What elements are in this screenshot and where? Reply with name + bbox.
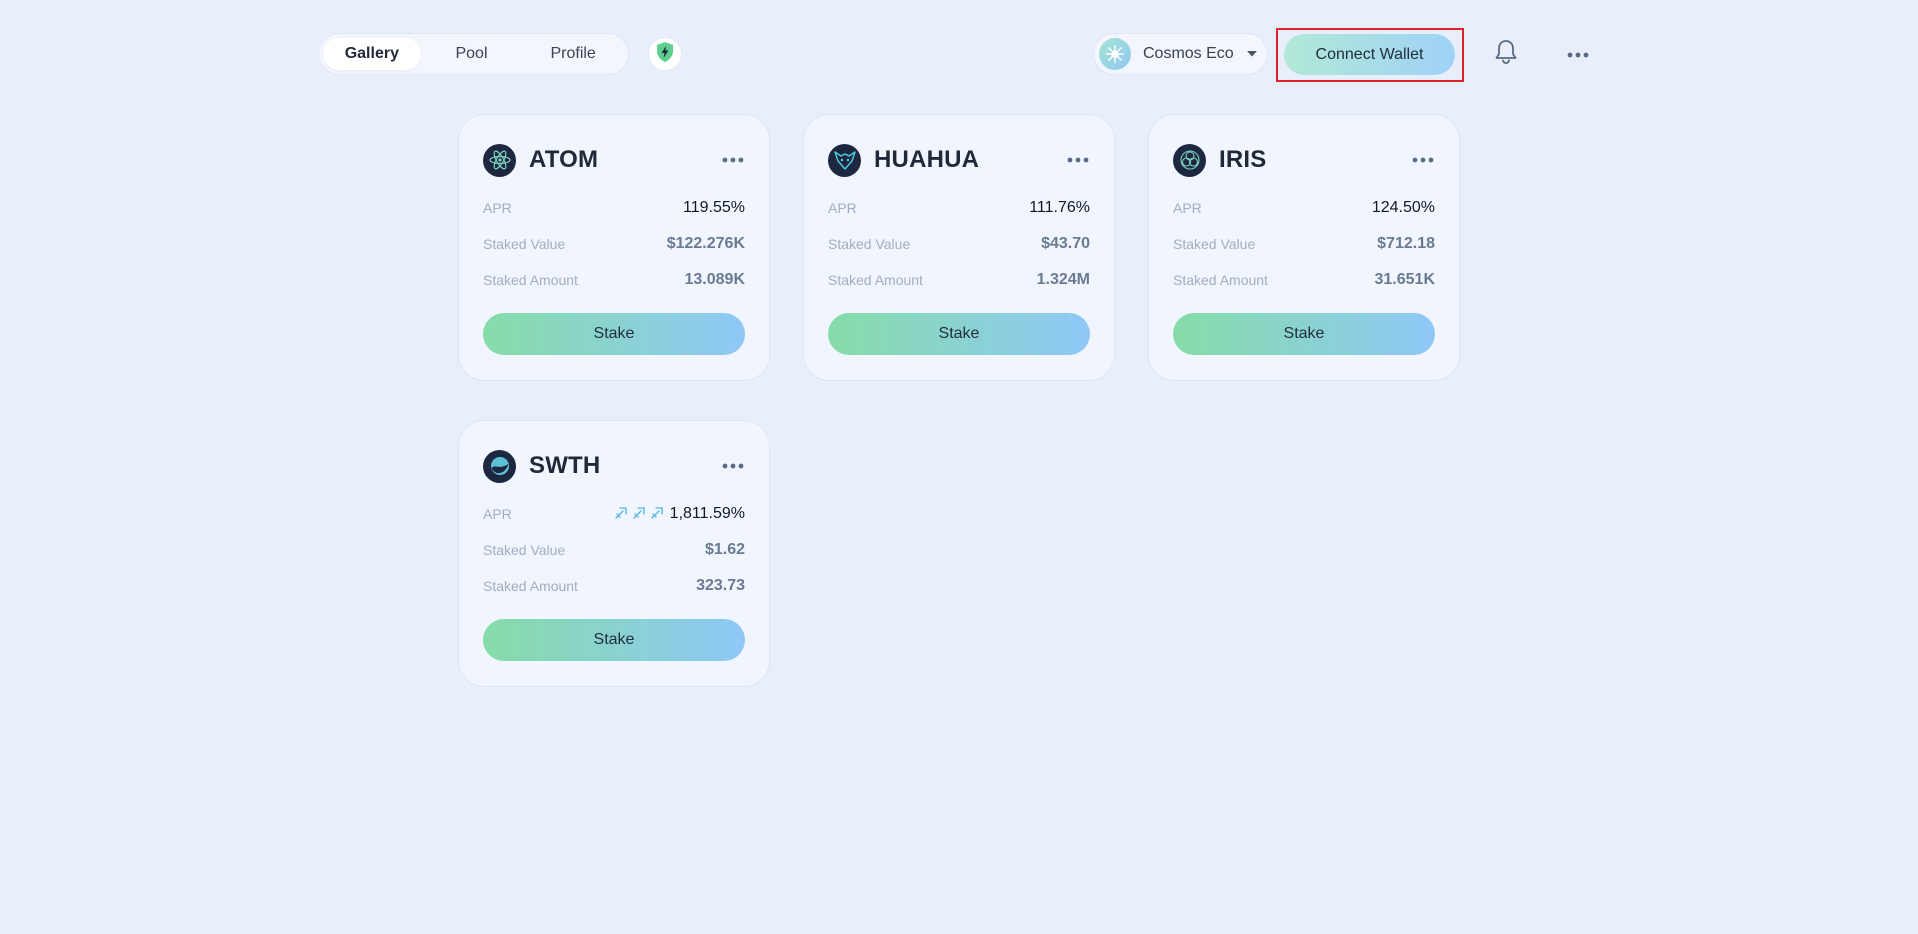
stake-button[interactable]: Stake: [1173, 313, 1435, 355]
staked-amount-row: Staked Amount 1.324M: [828, 269, 1090, 291]
staked-amount-label: Staked Amount: [1173, 272, 1268, 288]
tab-pool[interactable]: Pool: [421, 38, 523, 70]
shield-button[interactable]: [648, 37, 682, 71]
tab-profile[interactable]: Profile: [522, 38, 624, 70]
apr-row: APR 111.76%: [828, 197, 1090, 219]
card-more-button[interactable]: [715, 451, 751, 481]
stake-button[interactable]: Stake: [483, 313, 745, 355]
staked-value: $1.62: [704, 541, 745, 558]
shield-lightning-icon: [655, 41, 675, 68]
staked-value-row: Staked Value $43.70: [828, 233, 1090, 255]
more-horizontal-icon: [1067, 157, 1089, 163]
swth-logo-icon: [483, 449, 516, 483]
card-header: HUAHUA: [828, 143, 1096, 177]
more-horizontal-icon: [722, 463, 744, 469]
apr-label: APR: [828, 200, 857, 216]
token-card-swth: SWTH APR 1,811.59% Staked Value $1.62 St: [458, 420, 770, 687]
staked-amount-label: Staked Amount: [483, 578, 578, 594]
staked-amount-label: Staked Amount: [828, 272, 923, 288]
apr-value: 124.50%: [1371, 199, 1435, 216]
nav-tabs: Gallery Pool Profile: [318, 33, 629, 75]
staked-amount-row: Staked Amount 31.651K: [1173, 269, 1435, 291]
apr-row: APR 124.50%: [1173, 197, 1435, 219]
bell-icon: [1494, 39, 1518, 70]
staked-value-row: Staked Value $1.62: [483, 539, 745, 561]
apr-row: APR 1,811.59%: [483, 503, 745, 525]
apr-label: APR: [483, 506, 512, 522]
rocket-icons: [614, 506, 664, 523]
staked-amount: 13.089K: [684, 271, 746, 288]
apr-value: 111.76%: [1029, 199, 1090, 216]
apr-value: 119.55%: [683, 199, 745, 216]
atom-logo-icon: [483, 143, 516, 177]
stake-button[interactable]: Stake: [483, 619, 745, 661]
more-horizontal-icon: [1412, 157, 1434, 163]
cosmos-logo-icon: [1099, 38, 1131, 70]
staked-amount-row: Staked Amount 13.089K: [483, 269, 745, 291]
staked-amount: 323.73: [696, 577, 745, 594]
staked-value-label: Staked Value: [828, 236, 911, 252]
staked-value-label: Staked Value: [1173, 236, 1256, 252]
network-selector[interactable]: Cosmos Eco: [1093, 33, 1268, 75]
staked-value-label: Staked Value: [483, 542, 566, 558]
token-name: HUAHUA: [874, 146, 980, 173]
stake-button[interactable]: Stake: [828, 313, 1090, 355]
staked-amount: 1.324M: [1036, 271, 1090, 288]
apr-label: APR: [1173, 200, 1202, 216]
apr-label: APR: [483, 200, 512, 216]
connect-wallet-button[interactable]: Connect Wallet: [1284, 34, 1455, 75]
staked-value: $712.18: [1377, 235, 1435, 252]
card-more-button[interactable]: [715, 145, 751, 175]
chevron-down-icon: [1246, 45, 1258, 63]
staked-amount-row: Staked Amount 323.73: [483, 575, 745, 597]
staked-amount: 31.651K: [1374, 271, 1436, 288]
staked-value: $43.70: [1041, 235, 1090, 252]
notifications-button[interactable]: [1490, 38, 1522, 70]
apr-value: 1,811.59%: [669, 505, 745, 522]
token-card-iris: IRIS APR 124.50% Staked Value $712.18 St…: [1148, 114, 1460, 381]
card-header: ATOM: [483, 143, 751, 177]
more-horizontal-icon: [1567, 45, 1589, 63]
staked-value-label: Staked Value: [483, 236, 566, 252]
staked-value-row: Staked Value $712.18: [1173, 233, 1435, 255]
card-more-button[interactable]: [1405, 145, 1441, 175]
card-header: SWTH: [483, 449, 751, 483]
more-menu-button[interactable]: [1562, 38, 1594, 70]
token-name: IRIS: [1219, 146, 1267, 173]
staked-value: $122.276K: [666, 235, 745, 252]
token-name: SWTH: [529, 452, 601, 479]
staked-value-row: Staked Value $122.276K: [483, 233, 745, 255]
token-name: ATOM: [529, 146, 599, 173]
iris-logo-icon: [1173, 143, 1206, 177]
card-more-button[interactable]: [1060, 145, 1096, 175]
apr-row: APR 119.55%: [483, 197, 745, 219]
tab-gallery[interactable]: Gallery: [323, 38, 421, 70]
network-label: Cosmos Eco: [1143, 45, 1234, 62]
huahua-logo-icon: [828, 143, 861, 177]
card-header: IRIS: [1173, 143, 1441, 177]
token-card-huahua: HUAHUA APR 111.76% Staked Value $43.70 S…: [803, 114, 1115, 381]
staked-amount-label: Staked Amount: [483, 272, 578, 288]
more-horizontal-icon: [722, 157, 744, 163]
token-card-atom: ATOM APR 119.55% Staked Value $122.276K …: [458, 114, 770, 381]
apr-value-group: 1,811.59%: [614, 505, 745, 523]
